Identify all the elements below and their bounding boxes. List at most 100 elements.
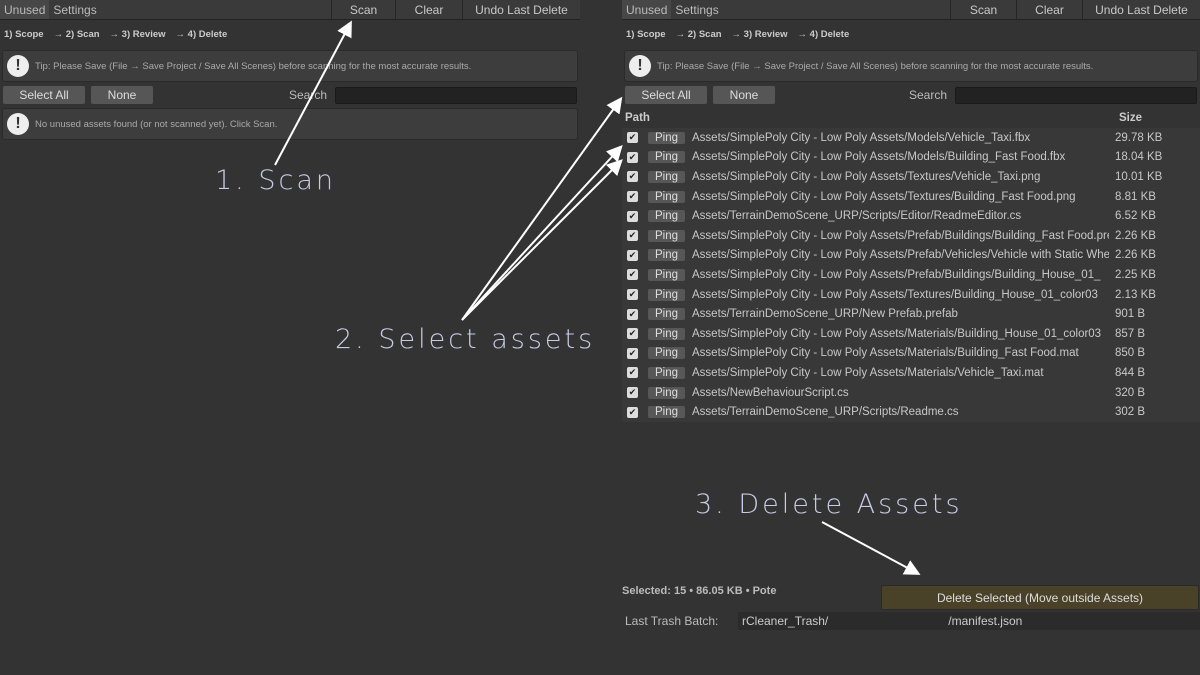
tab-settings[interactable]: Settings xyxy=(671,0,722,19)
ping-button[interactable]: Ping xyxy=(648,210,685,223)
select-all-button[interactable]: Select All xyxy=(625,86,707,104)
asset-path: Assets/SimplePoly City - Low Poly Assets… xyxy=(692,366,1044,379)
asset-size: 18.04 KB xyxy=(1115,151,1163,164)
asset-path: Assets/TerrainDemoScene_URP/Scripts/Edit… xyxy=(692,210,1022,223)
ping-button[interactable]: Ping xyxy=(648,347,685,360)
table-row: ✔ Ping Assets/SimplePoly City - Low Poly A… xyxy=(622,363,1200,383)
row-checkbox[interactable]: ✔ xyxy=(627,387,638,399)
asset-path: Assets/TerrainDemoScene_URP/New Prefab.p… xyxy=(692,308,958,321)
asset-path: Assets/SimplePoly City - Low Poly Assets… xyxy=(692,151,1066,164)
row-checkbox[interactable]: ✔ xyxy=(627,367,638,379)
row-checkbox[interactable]: ✔ xyxy=(627,289,638,301)
asset-path: Assets/SimplePoly City - Low Poly Assets… xyxy=(692,249,1109,262)
asset-list: ✔ Ping Assets/SimplePoly City - Low Poly A… xyxy=(622,128,1200,422)
tab-settings[interactable]: Settings xyxy=(49,0,100,19)
ping-button[interactable]: Ping xyxy=(648,151,685,164)
asset-size: 2.26 KB xyxy=(1115,229,1156,242)
row-checkbox[interactable]: ✔ xyxy=(627,171,638,183)
undo-last-delete-button[interactable]: Undo Last Delete xyxy=(462,0,580,19)
ping-button[interactable]: Ping xyxy=(648,308,685,321)
none-button[interactable]: None xyxy=(713,86,775,104)
ping-button[interactable]: Ping xyxy=(648,229,685,242)
asset-path: Assets/SimplePoly City - Low Poly Assets… xyxy=(692,131,1031,144)
row-checkbox[interactable]: ✔ xyxy=(627,210,638,222)
table-row: ✔ Ping Assets/TerrainDemoScene_URP/Scripts… xyxy=(622,206,1200,226)
empty-message-box: ! No unused assets found (or not scanned … xyxy=(2,108,578,140)
none-button[interactable]: None xyxy=(91,86,153,104)
row-checkbox[interactable]: ✔ xyxy=(627,151,638,163)
ping-button[interactable]: Ping xyxy=(648,131,685,144)
path-header: Path xyxy=(625,112,650,124)
row-checkbox[interactable]: ✔ xyxy=(627,249,638,261)
asset-path: Assets/SimplePoly City - Low Poly Assets… xyxy=(692,327,1102,340)
table-row: ✔ Ping Assets/SimplePoly City - Low Poly A… xyxy=(622,225,1200,246)
undo-last-delete-button[interactable]: Undo Last Delete xyxy=(1082,0,1200,19)
editor-window-after: Unused Settings Scan Clear Undo Last Del… xyxy=(622,0,1200,422)
info-icon: ! xyxy=(7,55,29,77)
arrow-to-checkbox xyxy=(461,159,623,321)
select-all-button[interactable]: Select All xyxy=(3,86,85,104)
row-checkbox[interactable]: ✔ xyxy=(627,308,638,320)
search-label: Search xyxy=(908,88,947,102)
ping-button[interactable]: Ping xyxy=(648,190,685,203)
scan-button[interactable]: Scan xyxy=(950,0,1016,19)
row-checkbox[interactable]: ✔ xyxy=(627,230,638,242)
asset-size: 6.52 KB xyxy=(1115,210,1156,223)
table-row: ✔ Ping Assets/SimplePoly City - Low Poly A… xyxy=(622,343,1200,364)
ping-button[interactable]: Ping xyxy=(648,249,685,262)
arrow-to-delete xyxy=(821,521,921,575)
tab-unused[interactable]: Unused xyxy=(622,0,672,19)
search-input[interactable] xyxy=(955,86,1197,104)
table-row: ✔ Ping Assets/SimplePoly City - Low Poly A… xyxy=(622,147,1200,168)
ping-button[interactable]: Ping xyxy=(648,366,685,379)
scan-button[interactable]: Scan xyxy=(331,0,395,19)
table-row: ✔ Ping Assets/TerrainDemoScene_URP/New Pre… xyxy=(622,304,1200,324)
step: 1) Scope xyxy=(4,29,44,40)
step: → 3) Review xyxy=(109,29,166,40)
asset-size: 2.25 KB xyxy=(1115,268,1156,281)
steps-breadcrumb: 1) Scope → 2) Scan → 3) Review → 4) Delete xyxy=(0,20,580,50)
table-row: ✔ Ping Assets/TerrainDemoScene_URP/Scripts… xyxy=(622,402,1200,422)
asset-size: 857 B xyxy=(1115,327,1146,340)
ping-button[interactable]: Ping xyxy=(648,386,685,399)
table-row: ✔ Ping Assets/SimplePoly City - Low Poly A… xyxy=(622,323,1200,344)
row-checkbox[interactable]: ✔ xyxy=(627,347,638,359)
asset-size: 2.13 KB xyxy=(1115,288,1156,301)
asset-path: Assets/SimplePoly City - Low Poly Assets… xyxy=(692,190,1076,203)
row-checkbox[interactable]: ✔ xyxy=(627,191,638,203)
asset-size: 8.81 KB xyxy=(1115,190,1156,203)
trash-batch-field[interactable]: rCleaner_Trash/ /manifest.json xyxy=(738,612,1200,630)
ping-button[interactable]: Ping xyxy=(648,406,685,419)
asset-size: 850 B xyxy=(1115,347,1146,360)
annotation-delete-assets: 3. Delete Assets xyxy=(695,489,963,520)
asset-path: Assets/TerrainDemoScene_URP/Scripts/Read… xyxy=(692,406,959,419)
tab-unused[interactable]: Unused xyxy=(0,0,50,19)
tip-text: Tip: Please Save (File → Save Project / … xyxy=(35,60,472,72)
info-icon: ! xyxy=(629,55,651,77)
clear-button[interactable]: Clear xyxy=(1016,0,1082,19)
row-checkbox[interactable]: ✔ xyxy=(627,132,638,144)
ping-button[interactable]: Ping xyxy=(648,327,685,340)
table-row: ✔ Ping Assets/SimplePoly City - Low Poly A… xyxy=(622,265,1200,285)
step: → 3) Review xyxy=(731,29,788,40)
asset-size: 29.78 KB xyxy=(1115,131,1163,144)
row-checkbox[interactable]: ✔ xyxy=(627,328,638,340)
asset-size: 302 B xyxy=(1115,406,1146,419)
row-checkbox[interactable]: ✔ xyxy=(627,269,638,281)
delete-selected-button[interactable]: Delete Selected (Move outside Assets) xyxy=(881,585,1199,610)
ping-button[interactable]: Ping xyxy=(648,288,685,301)
clear-button[interactable]: Clear xyxy=(395,0,462,19)
ping-button[interactable]: Ping xyxy=(648,170,685,183)
editor-window-before: Unused Settings Scan Clear Undo Last Del… xyxy=(0,0,580,140)
info-icon: ! xyxy=(7,113,29,135)
tip-text: Tip: Please Save (File → Save Project / … xyxy=(657,60,1094,72)
search-input[interactable] xyxy=(335,86,577,104)
ping-button[interactable]: Ping xyxy=(648,268,685,281)
table-header: Path Size xyxy=(622,108,1200,128)
asset-size: 844 B xyxy=(1115,366,1146,379)
steps-breadcrumb: 1) Scope → 2) Scan → 3) Review → 4) Delete xyxy=(622,20,1200,50)
row-checkbox[interactable]: ✔ xyxy=(627,406,638,418)
selection-summary: Selected: 15 • 86.05 KB • Pote xyxy=(622,585,777,597)
asset-path: Assets/SimplePoly City - Low Poly Assets… xyxy=(692,268,1101,281)
toolbar: Unused Settings Scan Clear Undo Last Del… xyxy=(622,0,1200,20)
